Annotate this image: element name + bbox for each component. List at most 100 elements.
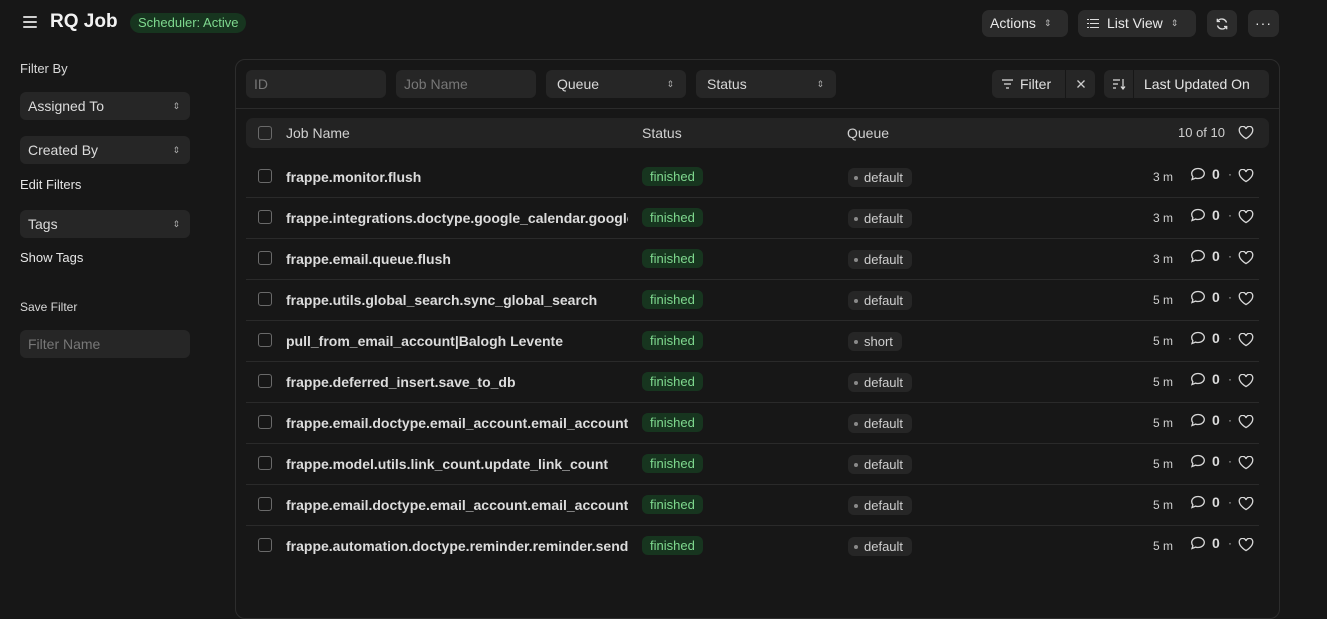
table-row[interactable]: frappe.email.doctype.email_account.email… [246,485,1259,526]
comment-count[interactable]: 0 [1190,453,1220,469]
tags-select[interactable]: Tags ⇕ [20,210,190,238]
queue-label: default [864,498,904,513]
comment-count[interactable]: 0 [1190,494,1220,510]
row-checkbox[interactable] [258,292,272,306]
heart-icon[interactable] [1238,455,1254,475]
filter-name-input[interactable] [20,330,190,358]
actions-button[interactable]: Actions ⇕ [982,10,1068,37]
filter-button[interactable]: Filter [992,70,1066,98]
table-row[interactable]: frappe.email.doctype.email_account.email… [246,403,1259,444]
job-name-link[interactable]: frappe.email.queue.flush [286,251,628,267]
job-name-link[interactable]: frappe.model.utils.link_count.update_lin… [286,456,628,472]
heart-icon[interactable] [1238,373,1254,393]
table-row[interactable]: frappe.monitor.flush finished default 3 m 0 · [246,157,1259,198]
actions-label: Actions [990,15,1036,31]
modified-time: 3 m [1152,252,1173,266]
row-checkbox[interactable] [258,456,272,470]
result-count: 10 of 10 [1178,125,1225,140]
table-row[interactable]: frappe.email.queue.flush finished default 3… [246,239,1259,280]
row-checkbox[interactable] [258,538,272,552]
comment-count[interactable]: 0 [1190,207,1220,223]
heart-icon[interactable] [1238,291,1254,311]
modified-time: 5 m [1152,416,1173,430]
chevron-updown-icon: ⇕ [1043,18,1052,28]
list-card: Queue ⇕ Status ⇕ Filter [235,59,1280,619]
job-name-link[interactable]: frappe.monitor.flush [286,169,628,185]
table-row[interactable]: frappe.model.utils.link_count.update_lin… [246,444,1259,485]
sort-direction-button[interactable] [1104,70,1134,98]
heart-icon[interactable] [1238,496,1254,516]
heart-icon[interactable] [1238,414,1254,434]
list-icon [1087,18,1099,29]
dot-icon [854,503,858,508]
heart-icon[interactable] [1238,332,1254,352]
tags-label: Tags [28,216,58,232]
job-name-link[interactable]: frappe.deferred_insert.save_to_db [286,374,628,390]
row-checkbox[interactable] [258,210,272,224]
job-name-link[interactable]: frappe.email.doctype.email_account.email… [286,415,628,431]
comment-count[interactable]: 0 [1190,412,1220,428]
heart-icon[interactable] [1238,168,1254,188]
comment-icon [1190,331,1212,345]
table-header: Job Name Status Queue 10 of 10 [246,118,1269,148]
row-checkbox[interactable] [258,374,272,388]
job-name-link[interactable]: frappe.email.doctype.email_account.email… [286,497,628,513]
table-row[interactable]: frappe.deferred_insert.save_to_db finishe… [246,362,1259,403]
comment-count[interactable]: 0 [1190,248,1220,264]
heart-icon[interactable] [1238,537,1254,557]
job-name-link[interactable]: frappe.utils.global_search.sync_global_s… [286,292,628,308]
filter-by-label: Filter By [20,61,68,76]
heart-icon[interactable] [1238,209,1254,229]
more-icon: ··· [1255,15,1272,31]
queue-filter-select[interactable]: Queue ⇕ [546,70,686,98]
modified-time: 5 m [1152,457,1173,471]
filter-bar: Queue ⇕ Status ⇕ Filter [236,60,1279,109]
save-filter-label: Save Filter [20,300,78,314]
separator: · [1228,454,1232,468]
created-by-label: Created By [28,142,99,158]
comment-count-value: 0 [1212,166,1220,182]
heart-icon[interactable] [1238,250,1254,270]
comment-count[interactable]: 0 [1190,330,1220,346]
comment-count-value: 0 [1212,453,1220,469]
separator: · [1228,331,1232,345]
assigned-to-select[interactable]: Assigned To ⇕ [20,92,190,120]
select-all-checkbox[interactable] [258,126,272,140]
table-row[interactable]: frappe.automation.doctype.reminder.remin… [246,526,1259,567]
job-name-filter-input[interactable] [396,70,536,98]
table-row[interactable]: frappe.utils.global_search.sync_global_s… [246,280,1259,321]
row-checkbox[interactable] [258,169,272,183]
comment-count-value: 0 [1212,412,1220,428]
id-filter-input[interactable] [246,70,386,98]
status-badge: finished [642,208,703,227]
job-name-link[interactable]: frappe.automation.doctype.reminder.remin… [286,538,628,554]
sort-by-button[interactable]: Last Updated On [1134,70,1269,98]
comment-count[interactable]: 0 [1190,535,1220,551]
filter-group: Filter [992,70,1095,98]
job-name-link[interactable]: frappe.integrations.doctype.google_calen… [286,210,628,226]
row-checkbox[interactable] [258,251,272,265]
row-checkbox[interactable] [258,415,272,429]
queue-badge: short [848,332,902,351]
more-options-button[interactable]: ··· [1248,10,1279,37]
show-tags-link[interactable]: Show Tags [20,250,83,265]
list-view-button[interactable]: List View ⇕ [1078,10,1196,37]
created-by-select[interactable]: Created By ⇕ [20,136,190,164]
close-icon [1076,80,1085,88]
comment-count[interactable]: 0 [1190,289,1220,305]
table-row[interactable]: frappe.integrations.doctype.google_calen… [246,198,1259,239]
queue-label: default [864,252,904,267]
job-name-link[interactable]: pull_from_email_account|Balogh Levente [286,333,628,349]
row-checkbox[interactable] [258,497,272,511]
heart-icon[interactable] [1238,126,1254,140]
refresh-button[interactable] [1207,10,1237,37]
row-checkbox[interactable] [258,333,272,347]
comment-count[interactable]: 0 [1190,371,1220,387]
status-filter-select[interactable]: Status ⇕ [696,70,836,98]
menu-icon[interactable] [22,14,38,30]
table-row[interactable]: pull_from_email_account|Balogh Levente fi… [246,321,1259,362]
edit-filters-link[interactable]: Edit Filters [20,177,81,192]
comment-count[interactable]: 0 [1190,166,1220,182]
comment-count-value: 0 [1212,248,1220,264]
clear-filters-button[interactable] [1066,70,1095,98]
